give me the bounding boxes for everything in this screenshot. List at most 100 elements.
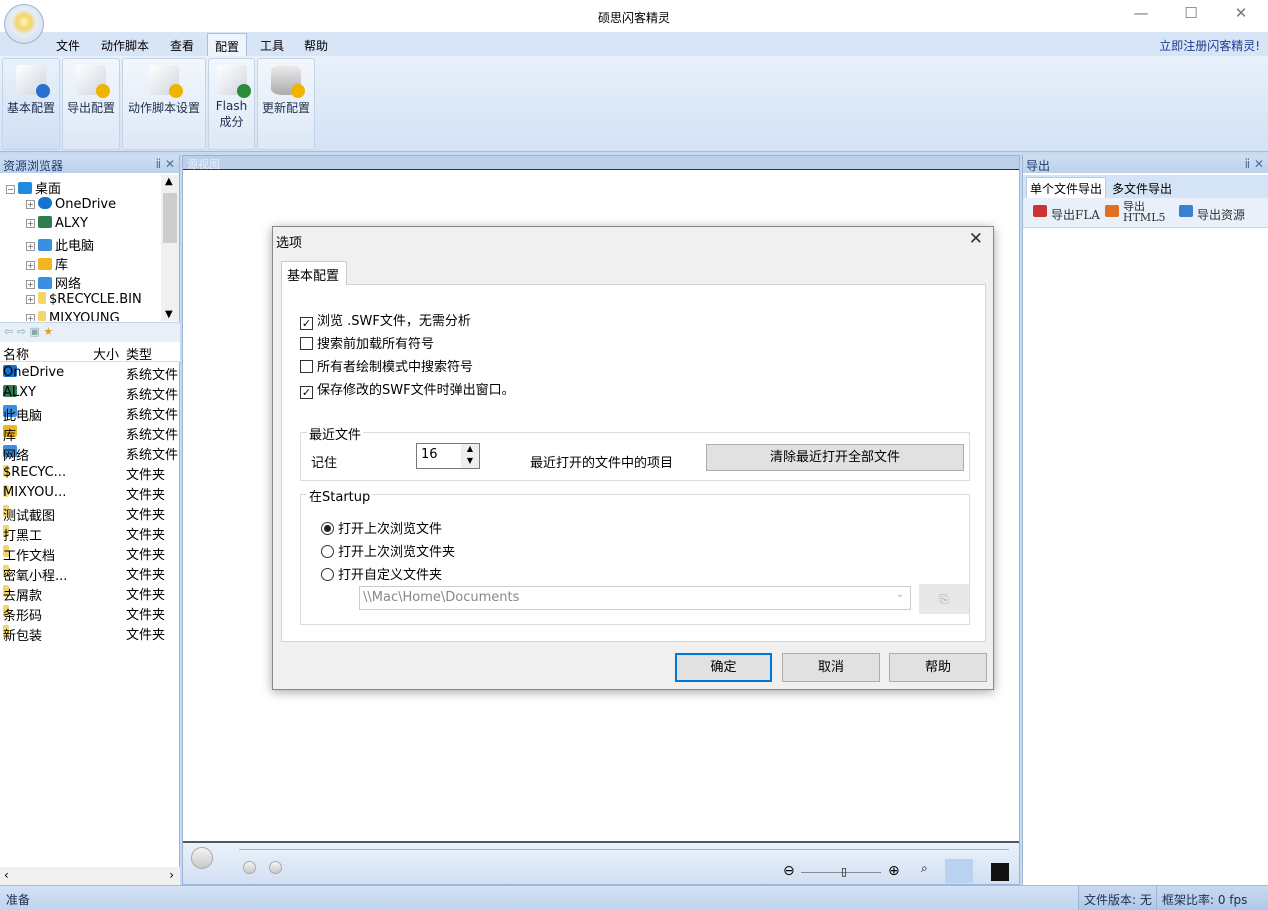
basic-config-button[interactable]: 基本配置 — [2, 58, 60, 150]
spin-up-icon[interactable]: ▲ — [461, 444, 479, 456]
menu-actionscript[interactable]: 动作脚本 — [101, 37, 149, 54]
tree-node[interactable]: + MIXYOUNG — [26, 311, 120, 321]
title-bar: 硕思闪客精灵 — ☐ ✕ — [0, 0, 1268, 32]
item-name: ALXY — [3, 385, 36, 400]
option-checkbox[interactable]: 搜索前加载所有符号 — [300, 333, 434, 352]
tree-node[interactable]: + OneDrive — [26, 197, 116, 216]
panel-header: 资源浏览器 ⅱ ✕ — [0, 155, 179, 173]
tab-multi-export[interactable]: 多文件导出 — [1109, 178, 1175, 199]
list-item[interactable]: 去屑款 文件夹 — [0, 583, 180, 604]
panel-title: 导出 — [1026, 159, 1051, 173]
zoom-max-icon[interactable] — [945, 859, 973, 883]
pin-close-icons[interactable]: ⅱ ✕ — [1245, 157, 1264, 171]
recent-count-spinner[interactable]: 16 ▲ ▼ — [416, 443, 480, 469]
pin-close-icons[interactable]: ⅱ ✕ — [156, 157, 175, 171]
back-icon[interactable]: ⇦ — [4, 325, 13, 338]
export-tabs: 单个文件导出 多文件导出 — [1023, 175, 1268, 199]
export-resources-button[interactable]: 导出资源 — [1197, 206, 1245, 223]
spinner-value: 16 — [421, 447, 438, 462]
timeline-slider[interactable] — [239, 849, 1009, 850]
menu-config[interactable]: 配置 — [207, 33, 248, 56]
list-item[interactable]: 密氧小程... 文件夹 — [0, 563, 180, 584]
tree-node[interactable]: + ALXY — [26, 216, 88, 235]
prev-frame-icon[interactable] — [243, 861, 256, 874]
minimize-button[interactable]: — — [1126, 4, 1156, 26]
app-orb-button[interactable] — [4, 4, 44, 44]
scroll-left-icon[interactable]: ‹ — [4, 868, 9, 882]
flash-components-button[interactable]: Flash 成分 — [208, 58, 255, 150]
fla-icon — [1033, 205, 1047, 217]
menu-tools[interactable]: 工具 — [260, 37, 284, 54]
forward-icon[interactable]: ⇨ — [17, 325, 26, 338]
list-item[interactable]: 此电脑 系统文件 — [0, 403, 180, 424]
zoom-in-icon[interactable]: ⊕ — [888, 863, 900, 879]
tab-single-export[interactable]: 单个文件导出 — [1026, 177, 1107, 199]
scroll-down-icon[interactable]: ▼ — [165, 309, 173, 320]
list-scrollbar[interactable]: ‹ › — [0, 867, 180, 885]
option-checkbox[interactable]: ✓ 保存修改的SWF文件时弹出窗口。 — [300, 379, 515, 399]
spin-down-icon[interactable]: ▼ — [461, 456, 479, 468]
computer-icon — [38, 239, 52, 251]
tree-node[interactable]: + $RECYCLE.BIN — [26, 292, 142, 311]
option-checkbox[interactable]: 所有者绘制模式中搜索符号 — [300, 356, 473, 375]
startup-radio[interactable]: 打开上次浏览文件 — [321, 518, 442, 537]
zoom-fit-icon[interactable]: ⌕ — [921, 861, 928, 876]
checkbox-label: 浏览 .SWF文件，无需分析 — [317, 314, 471, 329]
close-button[interactable]: ✕ — [1226, 4, 1256, 26]
item-type: 文件夹 — [126, 468, 166, 483]
next-frame-icon[interactable] — [269, 861, 282, 874]
tree-node[interactable]: − 桌面 — [6, 178, 61, 197]
list-item[interactable]: MIXYOU... 文件夹 — [0, 483, 180, 503]
export-html5-button[interactable]: 导出HTML5 — [1123, 201, 1166, 223]
custom-folder-combo[interactable]: \\Mac\Home\Documents ⌄ — [359, 586, 911, 610]
tab-basic-config[interactable]: 基本配置 — [281, 261, 347, 285]
tree-node[interactable]: + 此电脑 — [26, 235, 94, 254]
tree-node[interactable]: + 网络 — [26, 273, 81, 292]
list-item[interactable]: 网络 系统文件 — [0, 443, 180, 464]
list-item[interactable]: 测试截图 文件夹 — [0, 503, 180, 524]
scroll-up-icon[interactable]: ▲ — [165, 176, 173, 187]
export-config-button[interactable]: 导出配置 — [62, 58, 120, 150]
register-link[interactable]: 立即注册闪客精灵! — [1159, 37, 1260, 54]
list-item[interactable]: $RECYC... 文件夹 — [0, 463, 180, 483]
menu-help[interactable]: 帮助 — [304, 37, 328, 54]
update-config-button[interactable]: 更新配置 — [257, 58, 315, 150]
list-item[interactable]: OneDrive 系统文件 — [0, 363, 180, 383]
startup-radio[interactable]: 打开上次浏览文件夹 — [321, 541, 455, 560]
radio-icon — [321, 545, 334, 558]
clear-recent-button[interactable]: 清除最近打开全部文件 — [706, 444, 964, 471]
list-item[interactable]: 条形码 文件夹 — [0, 603, 180, 624]
zoom-slider[interactable]: ⊖ ▯ — [783, 863, 883, 881]
tree-node[interactable]: + 库 — [26, 254, 68, 273]
dialog-close-button[interactable]: ✕ — [969, 229, 983, 249]
cancel-button[interactable]: 取消 — [782, 653, 880, 682]
list-item[interactable]: 库 系统文件 — [0, 423, 180, 444]
option-checkbox[interactable]: ✓ 浏览 .SWF文件，无需分析 — [300, 310, 471, 330]
list-item[interactable]: 打黑工 文件夹 — [0, 523, 180, 544]
maximize-button[interactable]: ☐ — [1176, 4, 1206, 26]
export-fla-button[interactable]: 导出FLA — [1051, 206, 1100, 223]
column-name[interactable]: 名称 — [3, 344, 29, 363]
tree-scrollbar[interactable]: ▲ ▼ — [161, 175, 179, 321]
folder-tree[interactable]: − 桌面 + OneDrive + ALXY + 此电脑 + 库 + 网络 + $RECYCL… — [0, 175, 180, 321]
item-name: 去屑款 — [3, 589, 43, 604]
background-color-swatch[interactable] — [991, 863, 1009, 881]
ok-button[interactable]: 确定 — [675, 653, 772, 682]
scroll-right-icon[interactable]: › — [169, 868, 174, 882]
folder-up-icon[interactable]: ▣ — [29, 325, 39, 338]
list-item[interactable]: 工作文档 文件夹 — [0, 543, 180, 564]
startup-radio[interactable]: 打开自定义文件夹 — [321, 564, 442, 583]
play-icon[interactable] — [191, 847, 213, 869]
column-size[interactable]: 大小 — [93, 344, 119, 363]
menu-file[interactable]: 文件 — [56, 37, 80, 54]
list-item[interactable]: ALXY 系统文件 — [0, 383, 180, 403]
radio-label: 打开上次浏览文件 — [338, 522, 443, 537]
list-item[interactable]: 新包装 文件夹 — [0, 623, 180, 644]
label: 动作脚本设置 — [127, 101, 200, 115]
browse-folder-button[interactable]: ⎘ — [919, 584, 969, 614]
help-button[interactable]: 帮助 — [889, 653, 987, 682]
favorite-icon[interactable]: ★ — [43, 325, 53, 338]
actionscript-settings-button[interactable]: 动作脚本设置 — [122, 58, 206, 150]
column-type[interactable]: 类型 — [126, 344, 152, 363]
menu-view[interactable]: 查看 — [170, 37, 194, 54]
